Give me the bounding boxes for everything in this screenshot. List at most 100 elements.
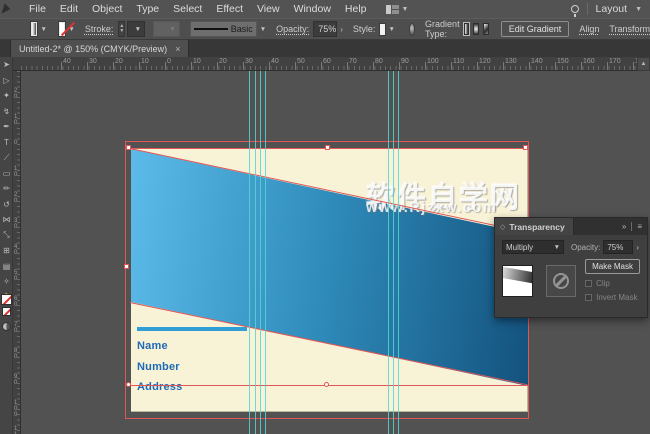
workspace-layout-label[interactable]: Layout: [596, 3, 628, 15]
eyedropper-tool[interactable]: ✧: [0, 274, 13, 290]
panel-collapse-icon[interactable]: ◇: [500, 223, 505, 231]
selection-handle[interactable]: [124, 264, 129, 269]
linear-gradient-button[interactable]: [462, 22, 471, 36]
ruler-corner[interactable]: [13, 57, 21, 71]
ruler-label: 40: [63, 58, 71, 65]
close-icon[interactable]: ×: [175, 44, 180, 54]
ruler-tick: [425, 62, 426, 70]
rotate-tool[interactable]: ↺: [0, 197, 13, 213]
vertical-guide[interactable]: [393, 68, 394, 434]
panel-opacity-arrow[interactable]: ›: [636, 243, 639, 252]
invert-mask-checkbox[interactable]: [585, 294, 593, 301]
menu-type[interactable]: Type: [129, 3, 166, 15]
opacity-expand-arrow[interactable]: ›: [340, 25, 343, 34]
opacity-label[interactable]: Opacity:: [276, 24, 309, 34]
object-thumbnail[interactable]: [502, 264, 533, 297]
horizontal-ruler[interactable]: 40 30 20 10 0 10 20 30 40 50 60 70 80 90 100 110 120 130 1…: [21, 57, 637, 71]
menu-help[interactable]: Help: [338, 3, 374, 15]
rectangle-tool[interactable]: ▭: [0, 166, 13, 182]
vertical-guide[interactable]: [255, 68, 256, 434]
selection-handle[interactable]: [324, 382, 329, 387]
discover-lightbulb-icon[interactable]: [570, 5, 579, 17]
fill-color-swatch[interactable]: [29, 21, 39, 37]
vertical-ruler[interactable]: 2 0 1 0 0 1 0 2 0 3 0 4 0 5 0 6 0 7 0 8 0 9 0 1 0 0 1…: [13, 71, 21, 434]
ruler-label: 50: [297, 58, 305, 65]
chevron-down-icon[interactable]: ▼: [389, 26, 395, 33]
make-mask-button[interactable]: Make Mask: [585, 259, 640, 274]
menu-select[interactable]: Select: [166, 3, 209, 15]
document-tab[interactable]: Untitled-2* @ 150% (CMYK/Preview) ×: [10, 40, 190, 57]
ruler-label: 20: [219, 58, 227, 65]
ruler-tick: [529, 62, 530, 70]
chevron-down-icon[interactable]: ▼: [260, 26, 266, 33]
recolor-artwork-icon[interactable]: [408, 22, 416, 36]
ruler-label: 60: [323, 58, 331, 65]
ruler-label: 140: [531, 58, 543, 65]
type-tool[interactable]: T: [0, 135, 13, 151]
ruler-label: 3 0: [14, 218, 18, 230]
menu-file[interactable]: File: [22, 3, 53, 15]
panel-opacity-field[interactable]: 75%: [603, 240, 634, 254]
ruler-label: 5 0: [14, 270, 18, 282]
paintbrush-tool[interactable]: ✏: [0, 181, 13, 197]
divider: [586, 3, 588, 15]
pen-tool[interactable]: ✒: [0, 119, 13, 135]
selection-tool[interactable]: ➤: [0, 57, 13, 73]
menu-window[interactable]: Window: [287, 3, 338, 15]
vertical-guide[interactable]: [249, 68, 250, 434]
selection-handle[interactable]: [523, 145, 528, 150]
stroke-swatch[interactable]: [2, 307, 11, 316]
vertical-guide[interactable]: [265, 68, 266, 434]
opacity-value-field[interactable]: 75%: [313, 21, 338, 37]
direct-selection-tool[interactable]: ▷: [0, 73, 13, 89]
vertical-guide[interactable]: [260, 68, 261, 434]
stroke-weight-stepper[interactable]: ▲ ▼: [118, 21, 126, 37]
graphic-style-swatch[interactable]: [379, 22, 386, 36]
menu-view[interactable]: View: [250, 3, 287, 15]
chevron-down-icon[interactable]: ▼: [40, 26, 46, 33]
mesh-tool[interactable]: ⊞: [0, 243, 13, 259]
ruler-label: 0: [14, 140, 18, 146]
blend-mode-dropdown[interactable]: Multiply ▼: [502, 240, 564, 254]
width-tool[interactable]: ⋈: [0, 212, 13, 228]
stroke-weight-combo[interactable]: ▼: [127, 21, 146, 37]
lasso-tool[interactable]: ↯: [0, 104, 13, 120]
ruler-tick: [113, 62, 114, 70]
transform-label[interactable]: Transform: [609, 24, 650, 34]
selection-handle[interactable]: [325, 145, 330, 150]
draw-mode-icon[interactable]: [2, 322, 11, 331]
magic-wand-tool[interactable]: ✦: [0, 88, 13, 104]
clip-checkbox[interactable]: [585, 280, 593, 287]
selection-outline-rect: [125, 141, 529, 419]
brush-definition-combo[interactable]: Basic: [189, 21, 257, 37]
align-label[interactable]: Align: [579, 24, 599, 34]
invert-mask-checkbox-row[interactable]: Invert Mask: [585, 293, 640, 302]
selection-handle[interactable]: [126, 145, 131, 150]
panel-menu-icon[interactable]: ≡: [637, 222, 642, 231]
selection-handle[interactable]: [126, 382, 131, 387]
fill-swatch[interactable]: [1, 294, 12, 305]
collapse-to-icons-button[interactable]: »: [622, 222, 626, 231]
menu-effect[interactable]: Effect: [209, 3, 250, 15]
menu-object[interactable]: Object: [85, 3, 129, 15]
transparency-tab[interactable]: ◇ Transparency: [495, 218, 574, 235]
stroke-color-swatch[interactable]: [57, 21, 67, 37]
freeform-gradient-button[interactable]: [483, 23, 489, 35]
ruler-label: 10: [193, 58, 201, 65]
line-segment-tool[interactable]: ⟋: [0, 150, 13, 166]
radial-gradient-button[interactable]: [473, 23, 480, 35]
edit-gradient-button[interactable]: Edit Gradient: [500, 21, 570, 37]
vertical-guide[interactable]: [388, 68, 389, 434]
mask-thumbnail[interactable]: [545, 264, 577, 297]
free-transform-tool[interactable]: ⤡: [0, 228, 13, 244]
transparency-panel: ◇ Transparency » ≡ Multiply ▼ Opacity: 7…: [494, 217, 648, 318]
menu-edit[interactable]: Edit: [53, 3, 85, 15]
workspace-switcher-button[interactable]: ▼: [382, 4, 413, 14]
clip-checkbox-row[interactable]: Clip: [585, 279, 640, 288]
vertical-guide[interactable]: [398, 68, 399, 434]
gradient-tool[interactable]: ▤: [0, 259, 13, 275]
stroke-label[interactable]: Stroke:: [85, 24, 114, 34]
ruler-label: 100: [427, 58, 439, 65]
variable-width-profile-combo[interactable]: ▼: [153, 21, 180, 37]
scroll-up-arrow[interactable]: ▲: [637, 57, 650, 71]
